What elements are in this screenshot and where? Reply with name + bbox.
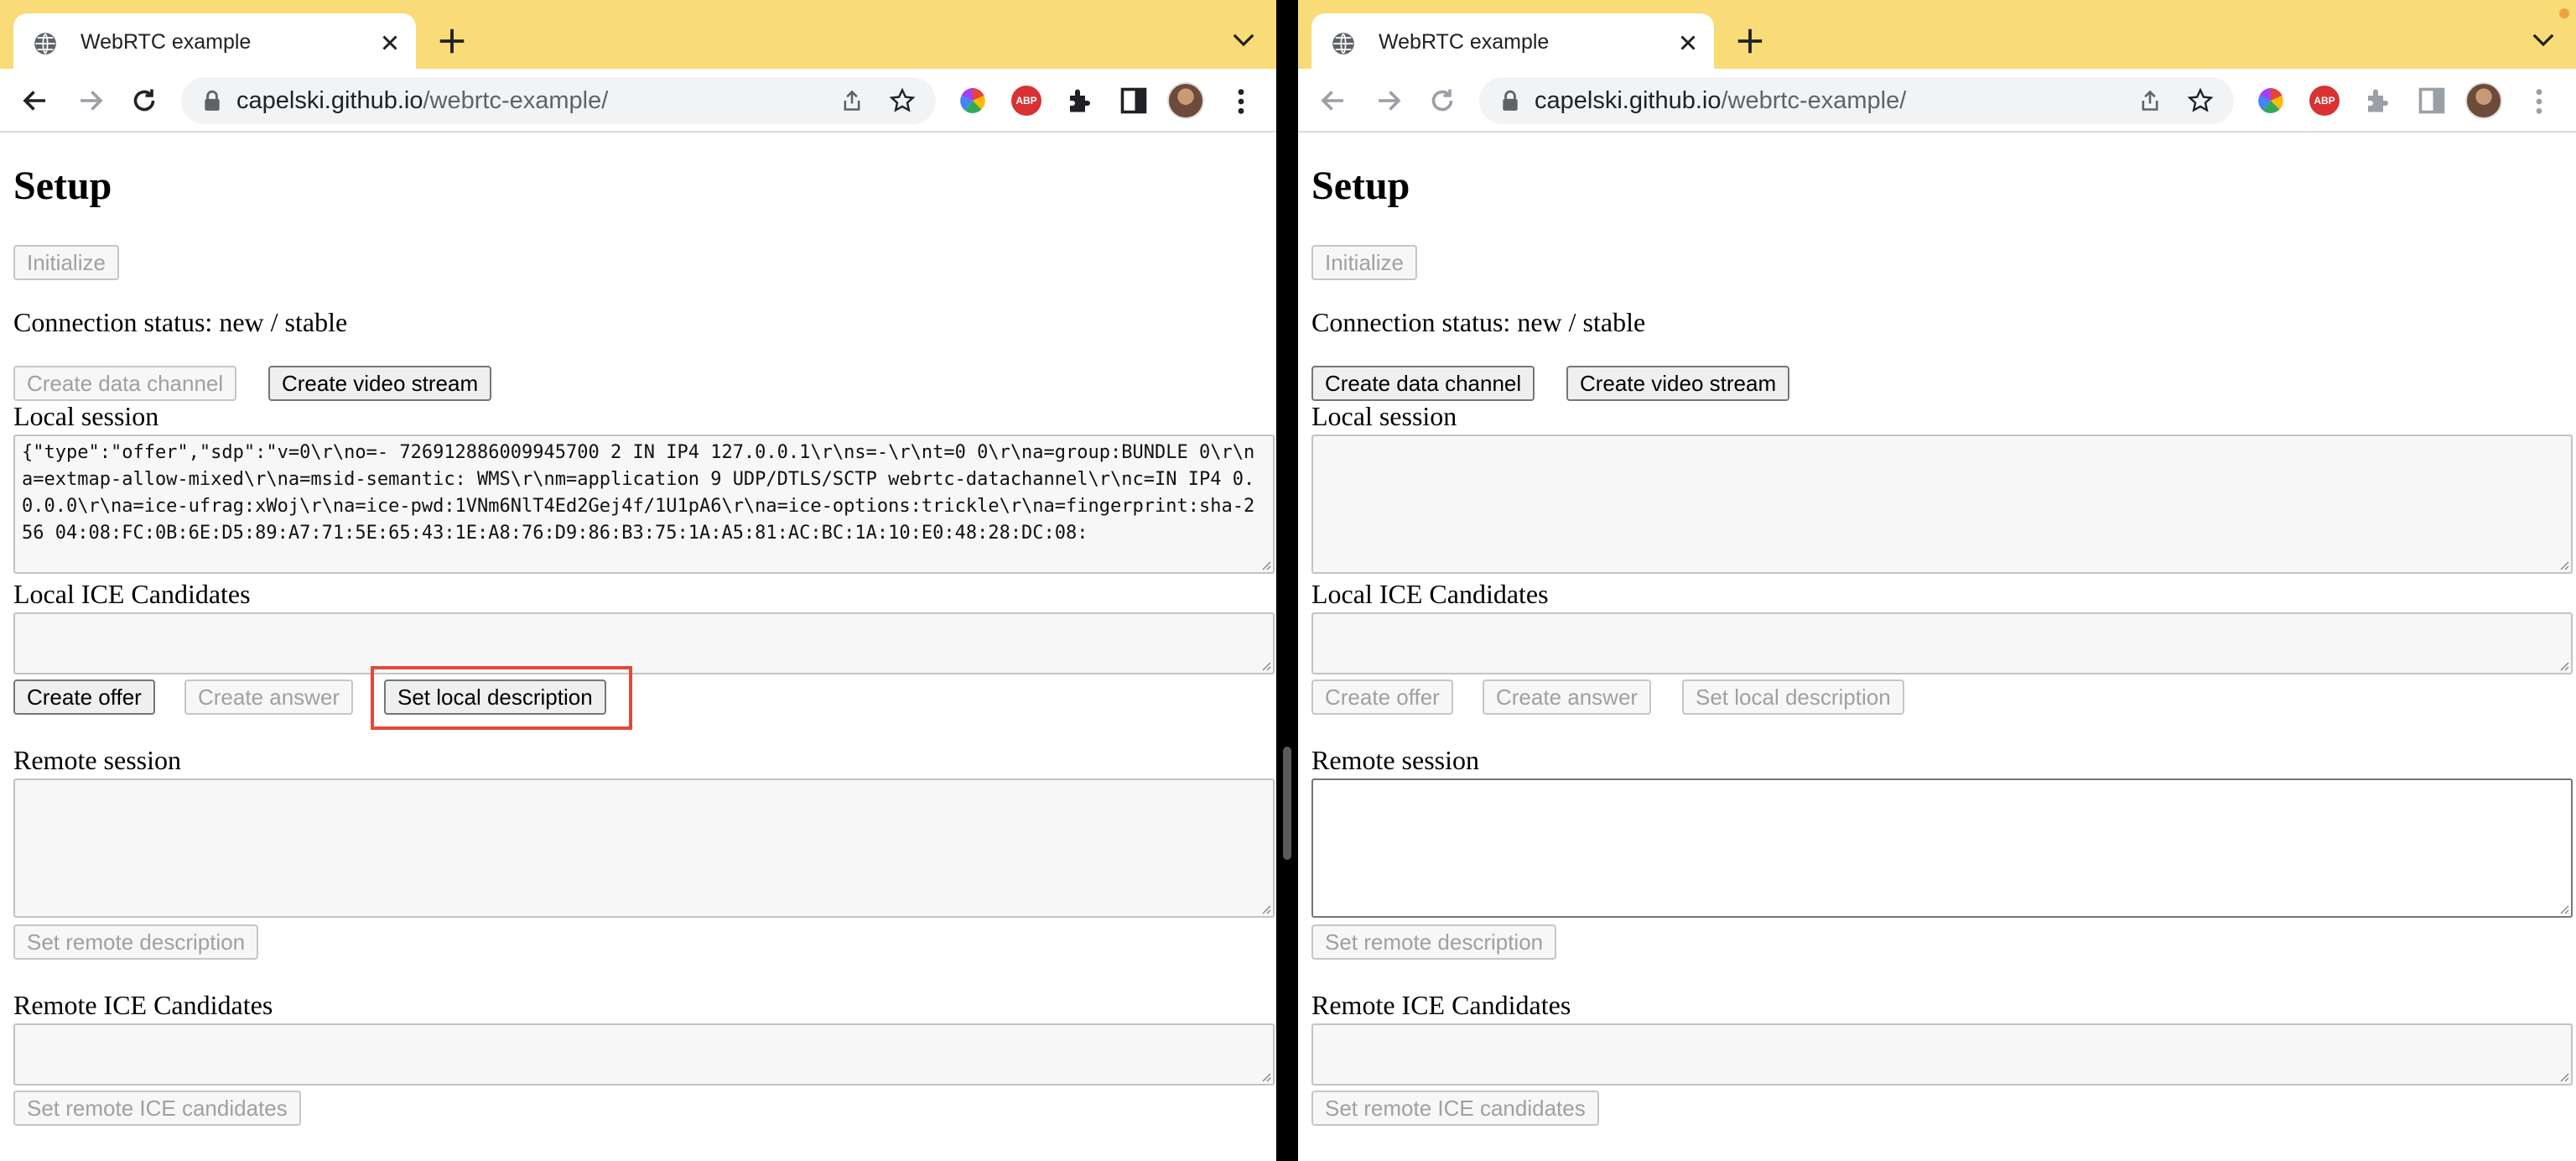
tab-title: WebRTC example bbox=[80, 30, 252, 54]
puzzle-extensions-icon[interactable] bbox=[2363, 86, 2393, 116]
resize-grip-icon[interactable] bbox=[2558, 903, 2569, 914]
remote-ice-textarea[interactable] bbox=[1311, 1023, 2573, 1086]
set-remote-description-button[interactable]: Set remote description bbox=[1311, 924, 1557, 960]
local-session-label: Local session bbox=[1311, 401, 1457, 431]
tab-strip: WebRTC example bbox=[1298, 0, 2576, 70]
globe-icon bbox=[34, 33, 56, 55]
close-icon[interactable] bbox=[377, 30, 402, 55]
create-answer-button[interactable]: Create answer bbox=[1483, 679, 1652, 715]
side-panel-icon[interactable] bbox=[1119, 86, 1149, 116]
create-data-channel-button[interactable]: Create data channel bbox=[13, 366, 237, 401]
create-video-stream-button[interactable]: Create video stream bbox=[1566, 366, 1790, 401]
set-remote-ice-button[interactable]: Set remote ICE candidates bbox=[1311, 1091, 1599, 1126]
new-tab-icon[interactable] bbox=[1734, 25, 1766, 57]
back-arrow-icon[interactable] bbox=[20, 86, 50, 116]
color-wheel-extension-icon[interactable] bbox=[958, 86, 988, 116]
set-remote-description-button[interactable]: Set remote description bbox=[13, 924, 259, 960]
create-offer-button[interactable]: Create offer bbox=[13, 679, 155, 715]
resize-grip-icon[interactable] bbox=[1259, 659, 1271, 671]
adblock-extension-icon[interactable]: ABP bbox=[1011, 86, 1041, 116]
share-icon[interactable] bbox=[2138, 89, 2162, 112]
resize-grip-icon[interactable] bbox=[1259, 559, 1271, 570]
notification-dot bbox=[2559, 8, 2569, 18]
back-arrow-icon[interactable] bbox=[1318, 86, 1348, 116]
browser-tab[interactable]: WebRTC example bbox=[13, 13, 416, 70]
tab-strip: WebRTC example bbox=[0, 0, 1276, 70]
page-title: Setup bbox=[13, 164, 112, 208]
local-ice-textarea[interactable] bbox=[1311, 612, 2573, 674]
local-ice-label: Local ICE Candidates bbox=[13, 579, 251, 609]
resize-grip-icon[interactable] bbox=[1259, 1070, 1271, 1082]
address-bar[interactable]: capelski.github.io/webrtc-example/ bbox=[181, 77, 936, 124]
local-session-label: Local session bbox=[13, 401, 159, 431]
remote-ice-label: Remote ICE Candidates bbox=[1311, 990, 1571, 1020]
chevron-down-icon[interactable] bbox=[2531, 30, 2556, 50]
browser-window-left: WebRTC example capelski.github.io/webrtc… bbox=[0, 0, 1276, 1161]
browser-window-right: WebRTC example capelski.github.io/webrtc… bbox=[1298, 0, 2576, 1161]
connection-status: Connection status: new / stable bbox=[13, 307, 348, 337]
address-bar[interactable]: capelski.github.io/webrtc-example/ bbox=[1479, 77, 2234, 124]
highlight-box bbox=[371, 666, 632, 730]
local-ice-label: Local ICE Candidates bbox=[1311, 579, 1549, 609]
remote-session-textarea[interactable] bbox=[13, 778, 1275, 918]
kebab-menu-icon[interactable] bbox=[1233, 87, 1249, 116]
forward-arrow-icon[interactable] bbox=[75, 86, 106, 116]
star-icon[interactable] bbox=[2187, 87, 2214, 114]
page-title: Setup bbox=[1311, 164, 1410, 208]
lock-icon bbox=[205, 90, 220, 111]
forward-arrow-icon[interactable] bbox=[1374, 86, 1404, 116]
share-icon[interactable] bbox=[840, 89, 864, 112]
set-local-description-button[interactable]: Set local description bbox=[1682, 679, 1904, 715]
puzzle-extensions-icon[interactable] bbox=[1065, 86, 1095, 116]
local-session-textarea[interactable]: {"type":"offer","sdp":"v=0\r\no=- 726912… bbox=[13, 435, 1275, 574]
create-video-stream-button[interactable]: Create video stream bbox=[268, 366, 492, 401]
adblock-extension-icon[interactable]: ABP bbox=[2309, 86, 2340, 116]
resize-grip-icon[interactable] bbox=[2558, 559, 2569, 570]
local-ice-textarea[interactable] bbox=[13, 612, 1275, 674]
local-session-textarea[interactable] bbox=[1311, 435, 2573, 574]
star-icon[interactable] bbox=[889, 87, 916, 114]
window-separator bbox=[1276, 0, 1298, 1161]
create-offer-button[interactable]: Create offer bbox=[1311, 679, 1453, 715]
create-answer-button[interactable]: Create answer bbox=[184, 679, 354, 715]
connection-status: Connection status: new / stable bbox=[1311, 307, 1646, 337]
local-session-value: {"type":"offer","sdp":"v=0\r\no=- 726912… bbox=[22, 442, 1255, 544]
remote-session-label: Remote session bbox=[1311, 745, 1479, 775]
split-drag-handle[interactable] bbox=[1283, 747, 1291, 860]
lock-icon bbox=[1503, 90, 1518, 111]
remote-session-label: Remote session bbox=[13, 745, 181, 775]
create-data-channel-button[interactable]: Create data channel bbox=[1311, 366, 1535, 401]
kebab-menu-icon[interactable] bbox=[2531, 87, 2547, 116]
browser-toolbar: capelski.github.io/webrtc-example/ ABP bbox=[0, 69, 1276, 133]
initialize-button[interactable]: Initialize bbox=[1311, 245, 1417, 280]
initialize-button[interactable]: Initialize bbox=[13, 245, 119, 280]
profile-avatar[interactable] bbox=[1167, 82, 1204, 119]
reload-icon[interactable] bbox=[1427, 86, 1457, 116]
side-panel-icon[interactable] bbox=[2417, 86, 2447, 116]
profile-avatar[interactable] bbox=[2465, 82, 2502, 119]
color-wheel-extension-icon[interactable] bbox=[2256, 86, 2286, 116]
chevron-down-icon[interactable] bbox=[1231, 30, 1256, 50]
browser-toolbar: capelski.github.io/webrtc-example/ ABP bbox=[1298, 69, 2576, 133]
url-text: capelski.github.io/webrtc-example/ bbox=[236, 87, 609, 114]
tab-title: WebRTC example bbox=[1379, 30, 1550, 54]
resize-grip-icon[interactable] bbox=[2558, 659, 2569, 671]
remote-ice-label: Remote ICE Candidates bbox=[13, 990, 273, 1020]
close-icon[interactable] bbox=[1675, 30, 1701, 55]
reload-icon[interactable] bbox=[129, 86, 159, 116]
remote-ice-textarea[interactable] bbox=[13, 1023, 1275, 1086]
set-remote-ice-button[interactable]: Set remote ICE candidates bbox=[13, 1091, 301, 1126]
globe-icon bbox=[1332, 33, 1354, 55]
resize-grip-icon[interactable] bbox=[1259, 903, 1271, 914]
resize-grip-icon[interactable] bbox=[2558, 1070, 2569, 1082]
remote-session-textarea[interactable] bbox=[1311, 778, 2573, 918]
new-tab-icon[interactable] bbox=[436, 25, 468, 57]
browser-tab[interactable]: WebRTC example bbox=[1311, 13, 1714, 70]
url-text: capelski.github.io/webrtc-example/ bbox=[1535, 87, 1907, 114]
